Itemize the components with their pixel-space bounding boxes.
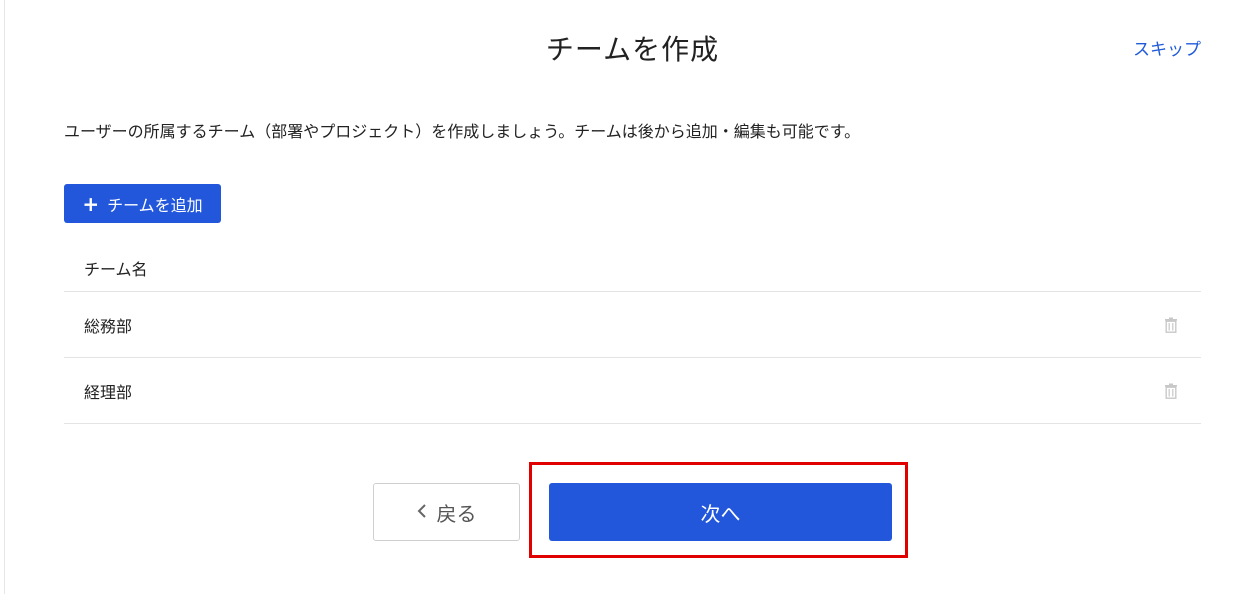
add-team-button[interactable]: + チームを追加	[64, 184, 221, 223]
page-description: ユーザーの所属するチーム（部署やプロジェクト）を作成しましょう。チームは後から追…	[64, 122, 861, 141]
page-title: チームを作成	[545, 33, 720, 66]
add-team-button-label: チームを追加	[107, 195, 203, 215]
column-header-team-name: チーム名	[84, 260, 148, 279]
table-row: 総務部	[64, 292, 1201, 358]
table-row: 経理部	[64, 358, 1201, 424]
team-name: 総務部	[84, 316, 133, 336]
next-button[interactable]: 次へ	[549, 483, 892, 541]
team-name: 経理部	[84, 382, 133, 402]
plus-icon: +	[82, 191, 100, 216]
team-table: チーム名 総務部 経理部	[64, 245, 1201, 424]
skip-link[interactable]: スキップ	[1133, 38, 1201, 62]
trash-icon[interactable]	[1163, 382, 1179, 400]
back-button[interactable]: 戻る	[373, 483, 520, 541]
table-header: チーム名	[64, 245, 1201, 292]
back-button-label: 戻る	[436, 501, 477, 526]
trash-icon[interactable]	[1163, 316, 1179, 334]
chevron-left-icon	[417, 500, 427, 524]
